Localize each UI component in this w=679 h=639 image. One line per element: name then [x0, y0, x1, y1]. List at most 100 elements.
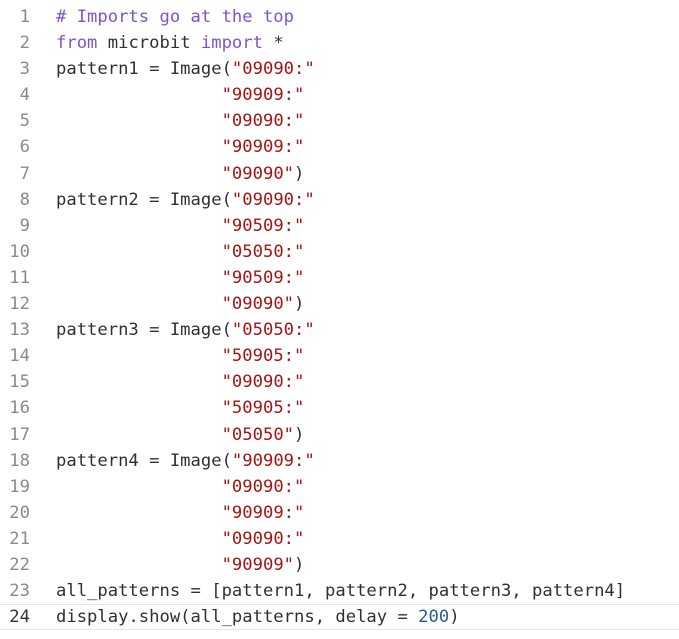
code-token-string: "09090:"	[221, 372, 305, 393]
code-text[interactable]: "09090")	[56, 161, 305, 187]
code-line[interactable]: 8 pattern2 = Image("09090:"	[0, 187, 679, 213]
code-token-comment: # Imports go at the top	[56, 7, 294, 27]
code-text[interactable]: "09090")	[56, 291, 305, 317]
code-text[interactable]: display.show(all_patterns, delay = 200)	[56, 604, 460, 630]
code-token-plain: all_patterns = [pattern1, pattern2, patt…	[56, 581, 626, 602]
line-number: 24	[9, 607, 30, 628]
line-number: 2	[19, 33, 30, 54]
code-text[interactable]: all_patterns = [pattern1, pattern2, patt…	[56, 578, 625, 604]
code-token-keyword: from	[56, 33, 98, 54]
code-text[interactable]: "05050:"	[56, 239, 305, 265]
code-token-string: "09090:"	[221, 476, 305, 497]
code-token-string: "90909:"	[221, 85, 305, 106]
code-token-string: "90909"	[221, 554, 295, 575]
code-editor[interactable]: 1 # Imports go at the top 2 from microbit i…	[0, 0, 679, 639]
code-text[interactable]: "50905:"	[56, 395, 305, 421]
code-text[interactable]: "90509:"	[56, 265, 305, 291]
code-token-string: "50905:"	[221, 398, 305, 419]
code-token-string: "09090:"	[221, 111, 305, 132]
line-number: 23	[9, 581, 30, 602]
code-line[interactable]: 16 "50905:"	[0, 395, 679, 421]
code-token-plain: )	[294, 294, 305, 315]
code-token-string: "90909:"	[231, 450, 315, 471]
code-line[interactable]: 18 pattern4 = Image("90909:"	[0, 448, 679, 474]
code-line[interactable]: 12 "09090")	[0, 291, 679, 317]
code-line[interactable]: 6 "90909:"	[0, 134, 679, 160]
code-line[interactable]: 11 "90509:"	[0, 265, 679, 291]
code-token-string: "90909:"	[221, 502, 305, 523]
line-number: 20	[9, 502, 30, 523]
code-line[interactable]: 17 "05050")	[0, 422, 679, 448]
code-token-plain: pattern2 = Image(	[56, 189, 232, 210]
code-token-string: "50905:"	[221, 346, 305, 367]
line-number: 14	[9, 346, 30, 367]
code-text[interactable]: pattern3 = Image("05050:"	[56, 317, 315, 343]
code-token-string: "09090:"	[231, 189, 315, 210]
line-number: 3	[19, 59, 30, 80]
code-text[interactable]: "90909:"	[56, 500, 305, 526]
code-text[interactable]: from microbit import *	[56, 30, 284, 56]
code-token-plain: )	[294, 424, 305, 445]
line-number: 13	[9, 320, 30, 341]
code-line[interactable]: 5 "09090:"	[0, 108, 679, 134]
code-line[interactable]: 14 "50905:"	[0, 343, 679, 369]
line-number: 12	[9, 294, 30, 315]
code-line[interactable]: 23 all_patterns = [pattern1, pattern2, pa…	[0, 578, 679, 604]
code-line[interactable]: 13 pattern3 = Image("05050:"	[0, 317, 679, 343]
line-number: 21	[9, 528, 30, 549]
code-text[interactable]: "90909:"	[56, 134, 305, 160]
code-token-string: "09090:"	[221, 528, 305, 549]
code-text[interactable]: # Imports go at the top	[56, 4, 294, 30]
code-token-string: "05050"	[221, 424, 295, 445]
code-token-string: "90509:"	[221, 267, 305, 288]
code-line[interactable]: 1 # Imports go at the top	[0, 4, 679, 30]
code-token-plain: )	[294, 554, 305, 575]
code-line[interactable]: 10 "05050:"	[0, 239, 679, 265]
code-line[interactable]: 15 "09090:"	[0, 369, 679, 395]
code-line[interactable]: 22 "90909")	[0, 552, 679, 578]
code-line[interactable]: 7 "09090")	[0, 161, 679, 187]
line-number: 10	[9, 241, 30, 262]
code-text[interactable]: "09090:"	[56, 108, 305, 134]
code-text[interactable]: "90509:"	[56, 213, 305, 239]
line-number: 9	[19, 215, 30, 236]
code-text[interactable]: pattern2 = Image("09090:"	[56, 187, 315, 213]
code-line[interactable]: 21 "09090:"	[0, 526, 679, 552]
line-number: 1	[19, 7, 30, 27]
code-token-string: "09090"	[221, 294, 295, 315]
code-line[interactable]: 9 "90509:"	[0, 213, 679, 239]
code-text[interactable]: "09090:"	[56, 369, 305, 395]
line-number: 8	[19, 189, 30, 210]
code-text[interactable]: pattern1 = Image("09090:"	[56, 56, 315, 82]
line-number: 18	[9, 450, 30, 471]
code-token-plain: pattern3 = Image(	[56, 320, 232, 341]
code-line[interactable]: 3 pattern1 = Image("09090:"	[0, 56, 679, 82]
line-number: 5	[19, 111, 30, 132]
code-line[interactable]: 19 "09090:"	[0, 474, 679, 500]
code-token-keyword: import	[200, 33, 263, 54]
code-text[interactable]: "05050")	[56, 422, 305, 448]
code-token-plain: microbit	[97, 33, 201, 54]
code-line[interactable]: 20 "90909:"	[0, 500, 679, 526]
code-text[interactable]: "50905:"	[56, 343, 305, 369]
code-token-string: "05050:"	[231, 320, 315, 341]
code-text[interactable]: pattern4 = Image("90909:"	[56, 448, 315, 474]
code-line[interactable]: 2 from microbit import *	[0, 30, 679, 56]
code-token-plain: pattern4 = Image(	[56, 450, 232, 471]
code-text[interactable]: "90909")	[56, 552, 305, 578]
code-text[interactable]: "09090:"	[56, 526, 305, 552]
code-text[interactable]: "09090:"	[56, 474, 305, 500]
code-line[interactable]: 4 "90909:"	[0, 82, 679, 108]
code-text[interactable]: "90909:"	[56, 82, 305, 108]
code-line[interactable]: 24 display.show(all_patterns, delay = 200…	[0, 604, 679, 631]
code-token-plain: )	[449, 607, 460, 628]
